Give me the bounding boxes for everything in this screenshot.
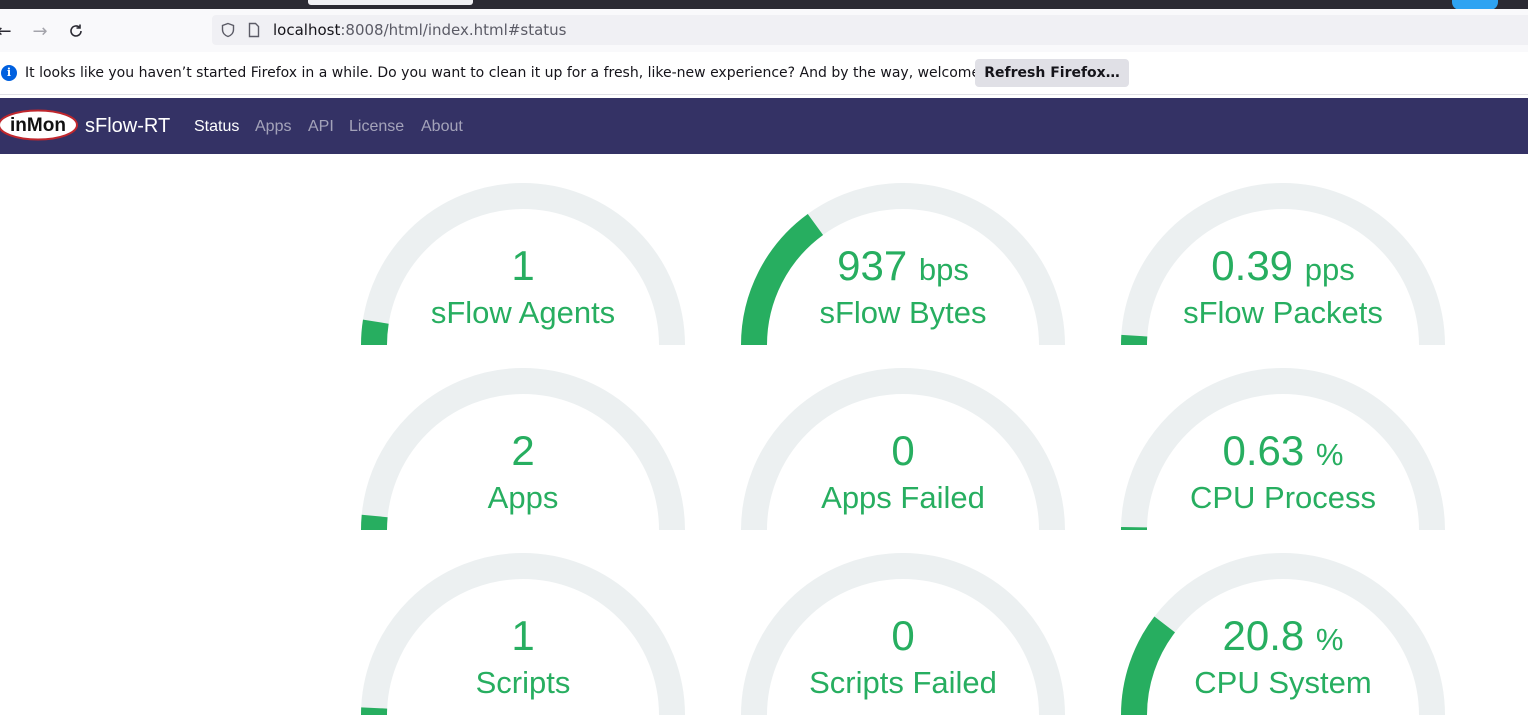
gauge-apps-failed: 0 Apps Failed bbox=[741, 365, 1065, 530]
gauge-fill bbox=[361, 514, 388, 530]
gauge-cpu-process: 0.63 % CPU Process bbox=[1121, 365, 1445, 530]
gauge-scripts-failed: 0 Scripts Failed bbox=[741, 550, 1065, 715]
refresh-firefox-button[interactable]: Refresh Firefox… bbox=[975, 59, 1129, 87]
browser-tab-strip bbox=[0, 0, 1528, 10]
url-host: localhost bbox=[273, 21, 341, 39]
nav-about[interactable]: About bbox=[421, 118, 463, 136]
gauge-scripts: 1 Scripts bbox=[361, 550, 685, 715]
nav-status[interactable]: Status bbox=[194, 118, 239, 136]
notification-message: It looks like you haven’t started Firefo… bbox=[25, 65, 1024, 81]
gauge-cpu-system: 20.8 % CPU System bbox=[1121, 550, 1445, 715]
reload-icon[interactable] bbox=[64, 19, 88, 43]
gauge-sflow-bytes: 937 bps sFlow Bytes bbox=[741, 180, 1065, 345]
url-bar[interactable]: localhost:8008/html/index.html#status bbox=[212, 15, 1528, 45]
gauge-value: 0.39 pps bbox=[1211, 242, 1355, 289]
gauge-label: sFlow Packets bbox=[1183, 295, 1383, 330]
page-icon[interactable] bbox=[246, 22, 262, 38]
gauge-label: sFlow Agents bbox=[430, 295, 616, 330]
gauge-apps: 2 Apps bbox=[361, 365, 685, 530]
gauge-label: CPU Process bbox=[1189, 480, 1377, 515]
gauge-value: 937 bps bbox=[837, 242, 969, 289]
gauge-label: Apps bbox=[487, 480, 559, 515]
brand-name[interactable]: sFlow-RT bbox=[85, 115, 170, 138]
gauge-value: 0 bbox=[891, 427, 915, 474]
nav-api[interactable]: API bbox=[308, 118, 334, 136]
info-icon: i bbox=[1, 65, 17, 81]
browser-tab[interactable] bbox=[308, 0, 473, 5]
nav-apps[interactable]: Apps bbox=[255, 118, 291, 136]
gauge-value: 0.63 % bbox=[1222, 427, 1344, 474]
svg-text:inMon: inMon bbox=[10, 115, 66, 136]
gauge-sflow-agents: 1 sFlow Agents bbox=[361, 180, 685, 345]
arrow-left-icon[interactable]: ← bbox=[0, 19, 16, 43]
shield-icon[interactable] bbox=[220, 22, 236, 38]
nav-license[interactable]: License bbox=[349, 118, 404, 136]
gauge-value: 2 bbox=[511, 427, 535, 474]
gauge-value: 20.8 % bbox=[1222, 612, 1344, 659]
gauge-label: Scripts Failed bbox=[809, 665, 997, 700]
arrow-right-icon[interactable]: → bbox=[28, 19, 52, 43]
inmon-logo[interactable]: inMon bbox=[0, 109, 79, 141]
gauge-value: 1 bbox=[511, 242, 535, 289]
app-navbar: inMon sFlow-RT Status Apps API License A… bbox=[0, 98, 1528, 154]
gauge-sflow-packets: 0.39 pps sFlow Packets bbox=[1121, 180, 1445, 345]
gauge-label: sFlow Bytes bbox=[819, 295, 987, 330]
url-text: localhost:8008/html/index.html#status bbox=[273, 21, 566, 39]
gauge-value: 1 bbox=[511, 612, 535, 659]
browser-toolbar: ← → localhost:8008/html/index.html#statu… bbox=[0, 9, 1528, 52]
notification-bar: i It looks like you haven’t started Fire… bbox=[0, 52, 1528, 95]
url-path: :8008/html/index.html#status bbox=[340, 21, 567, 39]
gauge-label: Scripts bbox=[475, 665, 571, 700]
gauge-label: Apps Failed bbox=[821, 480, 985, 515]
gauge-value: 0 bbox=[891, 612, 915, 659]
gauge-label: CPU System bbox=[1194, 665, 1372, 700]
